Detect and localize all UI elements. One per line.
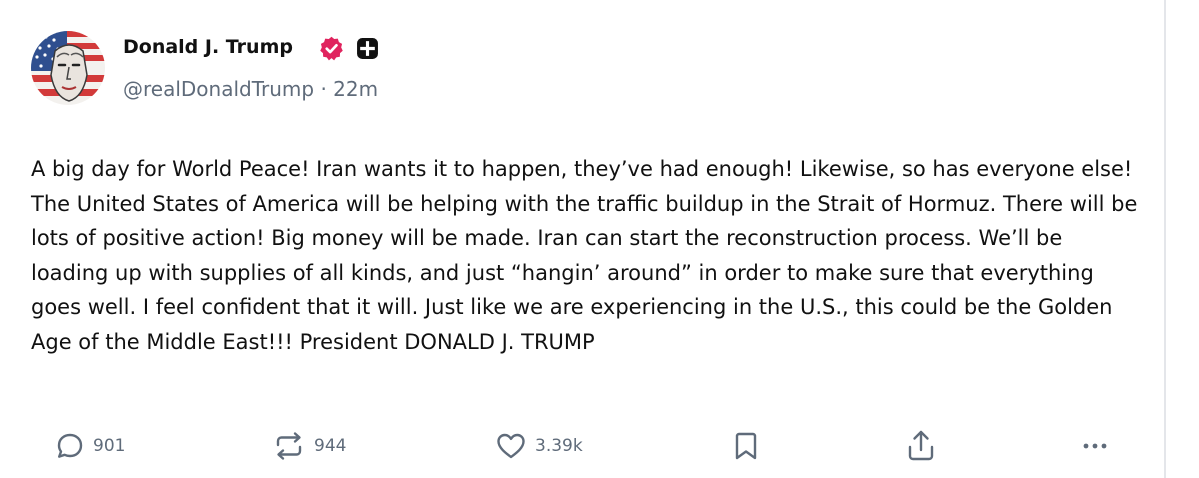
share-upload-icon: [908, 430, 934, 461]
like-button[interactable]: 3.39k: [495, 424, 583, 468]
author-handle[interactable]: @realDonaldTrump: [123, 77, 314, 101]
bookmark-icon: [735, 432, 757, 460]
reply-count: 901: [93, 436, 126, 456]
repost-button[interactable]: 944: [272, 424, 346, 468]
like-count: 3.39k: [535, 436, 583, 456]
post-body-text: A big day for World Peace! Iran wants it…: [31, 157, 1138, 354]
share-button[interactable]: [905, 424, 937, 468]
post-timestamp[interactable]: 22m: [333, 77, 378, 101]
post-actions-bar: 901 944 3.39k: [0, 424, 1164, 468]
avatar[interactable]: [31, 31, 105, 105]
flag-portrait-avatar-icon: [31, 31, 105, 105]
verified-badge-icon: [320, 36, 343, 61]
reply-button[interactable]: 901: [55, 424, 125, 468]
plus-badge-icon: [357, 38, 378, 59]
more-dots-icon: [1083, 443, 1107, 449]
bookmark-button[interactable]: [731, 424, 761, 468]
meta-separator: ·: [320, 77, 327, 101]
card-right-border: [1164, 0, 1166, 478]
author-display-name[interactable]: Donald J. Trump: [123, 34, 293, 60]
repost-count: 944: [314, 436, 347, 456]
reply-icon: [57, 433, 83, 458]
author-meta: @realDonaldTrump · 22m: [123, 75, 378, 103]
heart-icon: [497, 433, 525, 459]
repost-icon: [276, 432, 302, 460]
post-card: Donald J. Trump @realDonaldTrump · 22m A…: [0, 0, 1164, 478]
more-options-button[interactable]: [1079, 424, 1111, 468]
